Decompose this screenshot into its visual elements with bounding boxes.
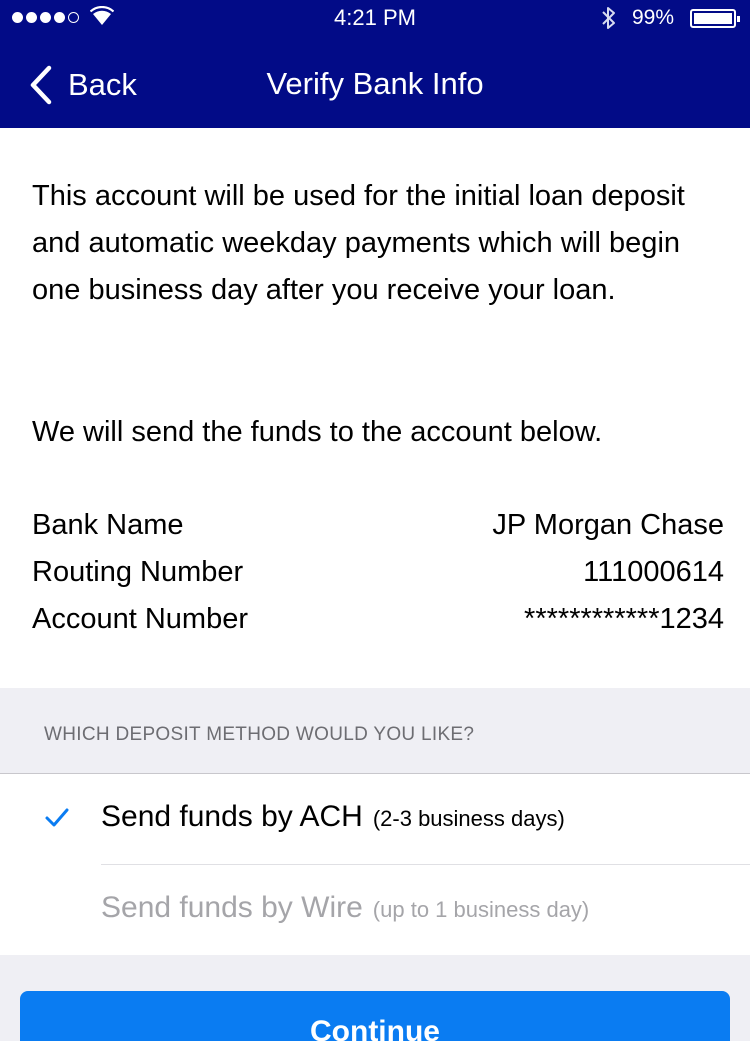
bank-name-label: Bank Name — [32, 509, 184, 541]
intro-text: This account will be used for the initia… — [32, 180, 685, 306]
bank-details: Bank Name JP Morgan Chase Routing Number… — [32, 502, 724, 643]
bluetooth-icon — [602, 7, 615, 29]
battery-percent: 99% — [632, 6, 675, 29]
battery-icon — [690, 9, 740, 28]
continue-button[interactable]: Continue — [20, 991, 730, 1041]
routing-number-value: 111000614 — [583, 556, 724, 588]
page-title: Verify Bank Info — [266, 66, 484, 101]
navigation-header: 4:21 PM 99% Back Verify Bank Info — [0, 0, 750, 128]
option-wire-sublabel: (up to 1 business day) — [372, 897, 590, 922]
deposit-options-list: Send funds by ACH (2-3 business days) Sen… — [0, 773, 750, 955]
section-title: WHICH DEPOSIT METHOD WOULD YOU LIKE? — [44, 724, 475, 745]
account-number-label: Account Number — [32, 603, 248, 635]
option-ach[interactable]: Send funds by ACH (2-3 business days) — [0, 774, 750, 865]
option-ach-title: Send funds by ACH — [101, 800, 363, 833]
account-number-row: Account Number ************1234 — [32, 596, 724, 643]
option-ach-sublabel: (2-3 business days) — [372, 806, 565, 831]
bank-name-row: Bank Name JP Morgan Chase — [32, 502, 724, 549]
routing-number-row: Routing Number 111000614 — [32, 549, 724, 596]
checkmark-icon — [45, 808, 69, 827]
option-wire-label: Send funds by Wire (up to 1 business day) — [101, 891, 589, 925]
routing-number-label: Routing Number — [32, 556, 244, 588]
funds-destination-text: We will send the funds to the account be… — [32, 416, 603, 448]
account-number-value: ************1234 — [524, 603, 724, 635]
option-ach-label: Send funds by ACH (2-3 business days) — [101, 800, 565, 834]
deposit-method-section: WHICH DEPOSIT METHOD WOULD YOU LIKE? Sen… — [0, 688, 750, 1041]
option-wire-title: Send funds by Wire — [101, 891, 363, 924]
option-wire[interactable]: Send funds by Wire (up to 1 business day) — [0, 865, 750, 955]
bank-name-value: JP Morgan Chase — [492, 509, 724, 541]
status-bar: 4:21 PM 99% — [0, 0, 750, 36]
